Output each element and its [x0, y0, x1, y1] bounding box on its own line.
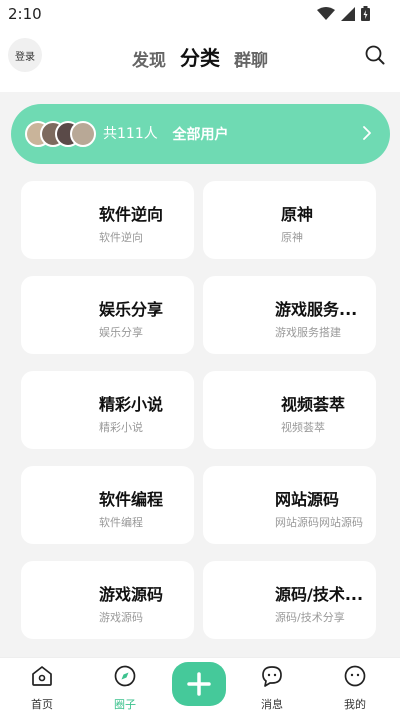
nav-messages[interactable]: 消息	[242, 664, 302, 711]
category-subtitle: 网站源码网站源码	[275, 516, 363, 529]
category-subtitle: 原神	[281, 231, 303, 244]
status-bar: 2:10	[0, 0, 400, 28]
nav-circle[interactable]: 圈子	[95, 664, 155, 711]
wifi-icon	[317, 6, 335, 20]
home-icon	[32, 666, 52, 686]
category-subtitle: 精彩小说	[99, 421, 143, 434]
nav-label: 首页	[31, 698, 53, 711]
category-title: 网站源码	[275, 490, 340, 509]
category-card[interactable]: 网站源码 网站源码网站源码	[203, 466, 376, 544]
category-title: 软件逆向	[99, 205, 164, 224]
main-content: 共111人 全部用户 软件逆向 软件逆向 原神 原神 娱乐分享 娱乐分享 游戏服…	[0, 92, 400, 657]
category-title: 精彩小说	[99, 395, 164, 414]
search-icon[interactable]	[364, 44, 386, 66]
nav-home[interactable]: 首页	[12, 664, 72, 711]
signal-icon	[341, 6, 355, 21]
status-time: 2:10	[8, 5, 42, 23]
tab-discover[interactable]: 发现	[132, 46, 166, 71]
category-title: 娱乐分享	[99, 300, 164, 319]
tab-category[interactable]: 分类	[180, 42, 220, 71]
category-subtitle: 娱乐分享	[99, 326, 143, 339]
add-post-button[interactable]	[172, 662, 226, 706]
compass-icon	[114, 665, 136, 687]
chevron-right-icon	[363, 126, 371, 140]
category-subtitle: 游戏服务搭建	[275, 326, 341, 339]
category-title: 视频荟萃	[281, 395, 346, 414]
category-title: 原神	[281, 205, 314, 224]
category-title: 游戏服务...	[275, 300, 358, 319]
category-card[interactable]: 游戏源码 游戏源码	[21, 561, 194, 639]
battery-icon	[361, 6, 370, 21]
category-card[interactable]: 游戏服务... 游戏服务搭建	[203, 276, 376, 354]
category-title: 软件编程	[99, 490, 164, 509]
bottom-nav: 首页 圈子 消息 我的	[0, 657, 400, 711]
nav-label: 消息	[261, 698, 283, 711]
category-title: 游戏源码	[99, 585, 164, 604]
smile-icon	[344, 665, 366, 687]
tab-group-chat[interactable]: 群聊	[234, 46, 268, 71]
category-card[interactable]: 精彩小说 精彩小说	[21, 371, 194, 449]
category-subtitle: 视频荟萃	[281, 421, 325, 434]
status-icons	[317, 6, 370, 21]
category-title: 源码/技术...	[275, 585, 364, 604]
nav-label: 圈子	[114, 698, 136, 711]
category-card[interactable]: 软件编程 软件编程	[21, 466, 194, 544]
category-grid: 软件逆向 软件逆向 原神 原神 娱乐分享 娱乐分享 游戏服务... 游戏服务搭建…	[21, 181, 376, 639]
plus-icon	[187, 672, 211, 696]
nav-label: 我的	[344, 698, 366, 711]
top-tabs: 发现 分类 群聊	[0, 42, 400, 71]
all-users-banner[interactable]: 共111人 全部用户	[11, 104, 390, 164]
category-subtitle: 软件编程	[99, 516, 143, 529]
nav-profile[interactable]: 我的	[325, 664, 385, 711]
category-subtitle: 源码/技术分享	[275, 611, 345, 624]
category-subtitle: 软件逆向	[99, 231, 143, 244]
category-card[interactable]: 原神 原神	[203, 181, 376, 259]
banner-title: 全部用户	[172, 127, 229, 143]
top-header: 登录 发现 分类 群聊	[0, 28, 400, 88]
category-card[interactable]: 源码/技术... 源码/技术分享	[203, 561, 376, 639]
category-card[interactable]: 视频荟萃 视频荟萃	[203, 371, 376, 449]
category-card[interactable]: 娱乐分享 娱乐分享	[21, 276, 194, 354]
category-subtitle: 游戏源码	[99, 611, 143, 624]
chat-icon	[262, 666, 282, 687]
category-card[interactable]: 软件逆向 软件逆向	[21, 181, 194, 259]
